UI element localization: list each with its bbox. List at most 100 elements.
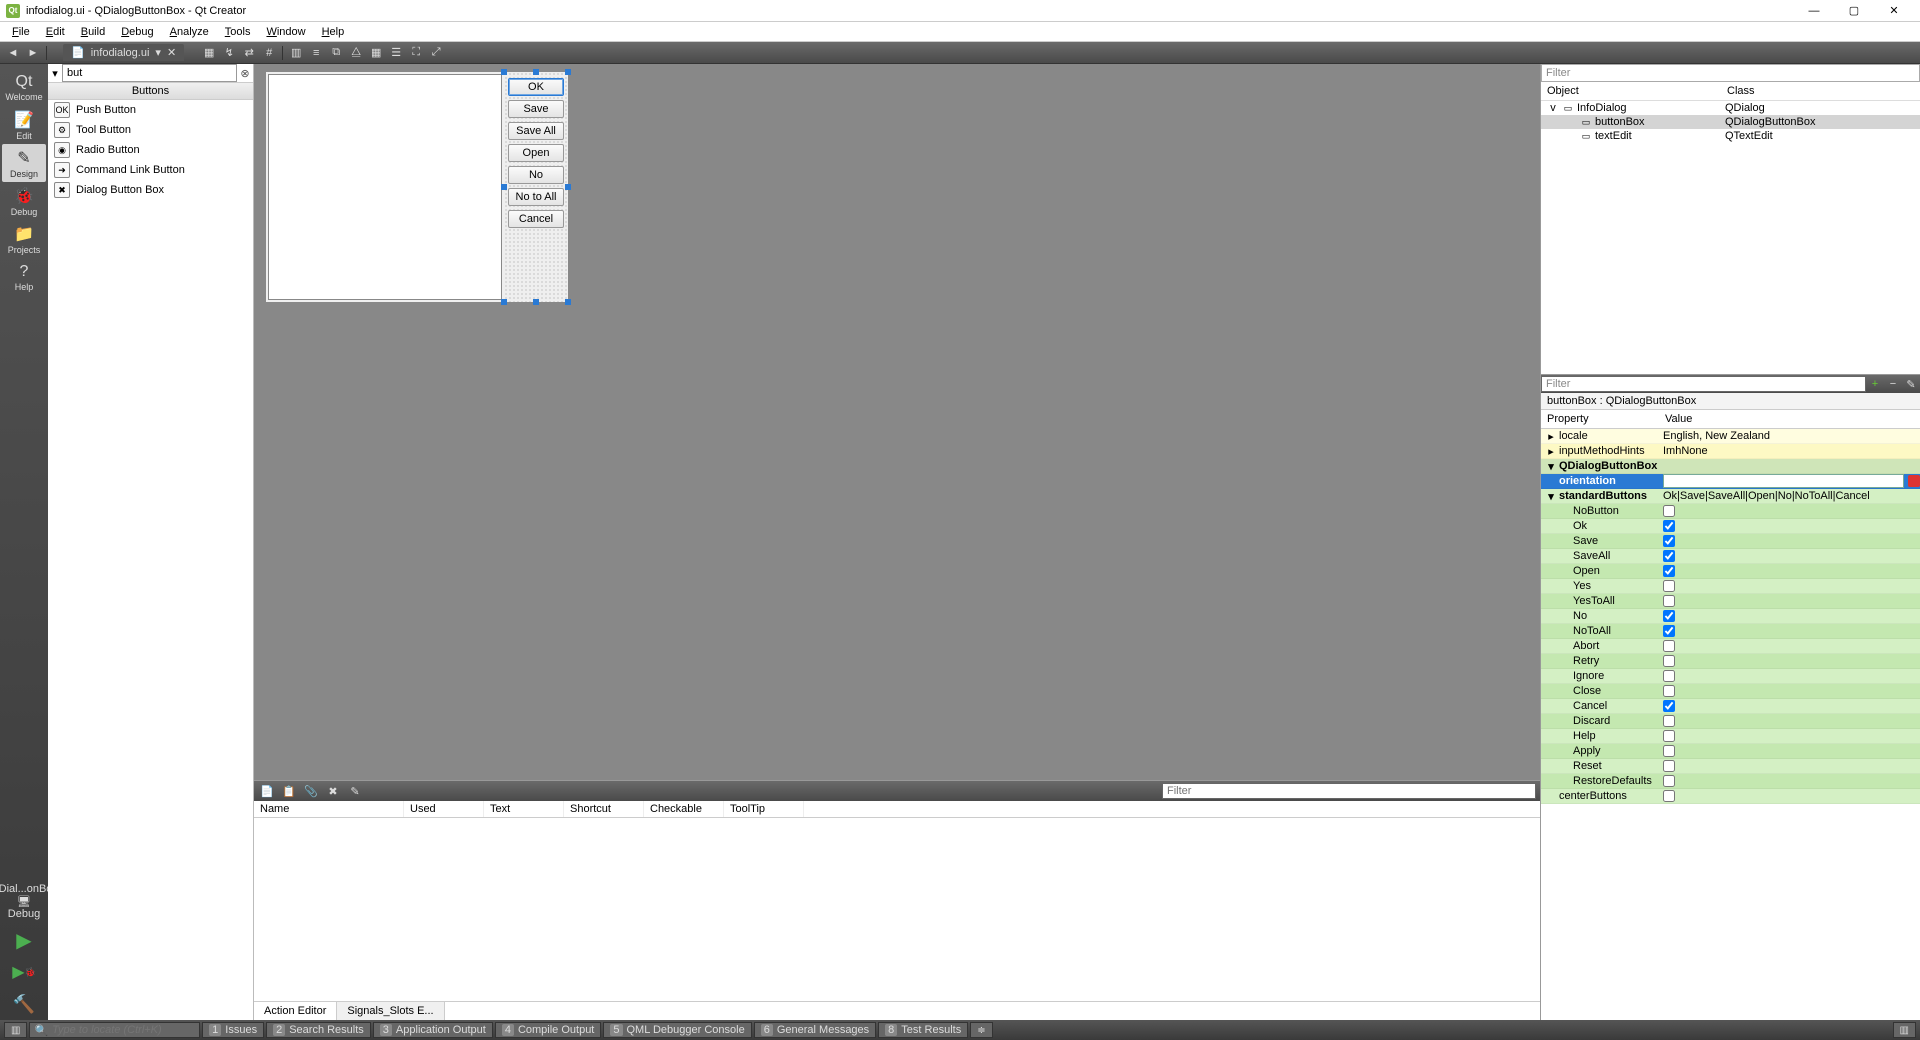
obj-row-infodialog[interactable]: v▭InfoDialogQDialog <box>1541 101 1920 115</box>
tab-dropdown-icon[interactable]: ▾ <box>155 46 161 59</box>
propedit-filter-input[interactable]: Filter <box>1541 376 1866 392</box>
layout-grid-icon[interactable]: ▦ <box>367 44 385 62</box>
widget-command-link-button[interactable]: ➜Command Link Button <box>48 160 253 180</box>
prop-checkbox[interactable] <box>1663 730 1675 742</box>
prop-nobutton[interactable]: NoButton <box>1541 504 1920 519</box>
prop-no[interactable]: No <box>1541 609 1920 624</box>
prop-orientation[interactable]: orientationVertical▾ <box>1541 474 1920 489</box>
action-col-checkable[interactable]: Checkable <box>644 801 724 817</box>
prop-combo[interactable]: Vertical▾ <box>1663 474 1904 488</box>
prop-close[interactable]: Close <box>1541 684 1920 699</box>
mode-edit[interactable]: 📝Edit <box>2 106 46 144</box>
run-debug-button[interactable]: ▶🐞 <box>10 958 38 986</box>
prop-yestoall[interactable]: YesToAll <box>1541 594 1920 609</box>
form-button-save[interactable]: Save <box>508 100 564 118</box>
widget-radio-button[interactable]: ◉Radio Button <box>48 140 253 160</box>
locator-input[interactable] <box>52 1024 195 1036</box>
menu-edit[interactable]: Edit <box>38 24 73 40</box>
widgetbox-dropdown-icon[interactable]: ▾ <box>48 67 62 80</box>
prop-checkbox[interactable] <box>1663 745 1675 757</box>
output-pane-application-output[interactable]: 3Application Output <box>373 1022 493 1038</box>
layout-horiz-icon[interactable]: ▥ <box>287 44 305 62</box>
form-button-cancel[interactable]: Cancel <box>508 210 564 228</box>
prop-checkbox[interactable] <box>1663 550 1675 562</box>
prop-checkbox[interactable] <box>1663 595 1675 607</box>
prop-checkbox[interactable] <box>1663 580 1675 592</box>
prop-reset[interactable]: Reset <box>1541 759 1920 774</box>
prop-ok[interactable]: Ok <box>1541 519 1920 534</box>
toggle-sidebar-icon[interactable]: ▥ <box>4 1022 27 1038</box>
prop-cancel[interactable]: Cancel <box>1541 699 1920 714</box>
paste-action-icon[interactable]: 📎 <box>302 783 320 799</box>
layout-vert-splitter-icon[interactable]: ⧋ <box>347 44 365 62</box>
prop-arrow-icon[interactable]: ▸ <box>1545 445 1557 458</box>
obj-row-buttonbox[interactable]: ▭buttonBoxQDialogButtonBox <box>1541 115 1920 129</box>
edit-action-icon[interactable]: ✎ <box>346 783 364 799</box>
form-button-no[interactable]: No <box>508 166 564 184</box>
locator[interactable]: 🔍 <box>29 1022 200 1038</box>
action-col-name[interactable]: Name <box>254 801 404 817</box>
buttonbox-widget[interactable]: OKSaveSave AllOpenNoNo to AllCancel <box>504 72 568 302</box>
prop-col-property[interactable]: Property <box>1541 410 1659 428</box>
prop-checkbox[interactable] <box>1663 565 1675 577</box>
menu-analyze[interactable]: Analyze <box>162 24 217 40</box>
edit-tab-order-icon[interactable]: # <box>260 44 278 62</box>
prop-saveall[interactable]: SaveAll <box>1541 549 1920 564</box>
run-button[interactable]: ▶ <box>10 926 38 954</box>
action-col-text[interactable]: Text <box>484 801 564 817</box>
mode-debug[interactable]: 🐞Debug <box>2 182 46 220</box>
adjust-size-icon[interactable]: ⤢ <box>427 44 445 62</box>
form-button-save-all[interactable]: Save All <box>508 122 564 140</box>
menu-tools[interactable]: Tools <box>217 24 259 40</box>
copy-action-icon[interactable]: 📋 <box>280 783 298 799</box>
output-dropdown-icon[interactable]: ≑ <box>970 1022 992 1038</box>
mode-welcome[interactable]: QtWelcome <box>2 68 46 106</box>
layout-horiz-splitter-icon[interactable]: ⧉ <box>327 44 345 62</box>
prop-arrow-icon[interactable]: ▾ <box>1545 460 1557 473</box>
mode-projects[interactable]: 📁Projects <box>2 220 46 258</box>
clear-filter-icon[interactable]: ⊗ <box>237 67 253 80</box>
prop-checkbox[interactable] <box>1663 700 1675 712</box>
widget-push-button[interactable]: OKPush Button <box>48 100 253 120</box>
textedit-widget[interactable] <box>268 74 502 300</box>
widget-group-header[interactable]: Buttons <box>48 83 253 100</box>
minimize-button[interactable]: — <box>1794 1 1834 21</box>
prop-qdialogbuttonbox[interactable]: ▾QDialogButtonBox <box>1541 459 1920 474</box>
menu-build[interactable]: Build <box>73 24 113 40</box>
prop-checkbox[interactable] <box>1663 535 1675 547</box>
tree-arrow-icon[interactable]: v <box>1547 102 1559 114</box>
prop-centerbuttons[interactable]: centerButtons <box>1541 789 1920 804</box>
action-tab-signals-slots-e-[interactable]: Signals_Slots E... <box>337 1002 444 1020</box>
prop-checkbox[interactable] <box>1663 790 1675 802</box>
action-tab-action-editor[interactable]: Action Editor <box>254 1002 337 1020</box>
mode-design[interactable]: ✎Design <box>2 144 46 182</box>
mode-help[interactable]: ?Help <box>2 258 46 296</box>
prop-yes[interactable]: Yes <box>1541 579 1920 594</box>
configure-property-icon[interactable]: ✎ <box>1902 376 1920 392</box>
widget-dialog-button-box[interactable]: ✖Dialog Button Box <box>48 180 253 200</box>
prop-checkbox[interactable] <box>1663 625 1675 637</box>
prop-checkbox[interactable] <box>1663 715 1675 727</box>
open-file-tab[interactable]: 📄 infodialog.ui ▾ ✕ <box>63 44 184 61</box>
layout-form-icon[interactable]: ☰ <box>387 44 405 62</box>
form-button-open[interactable]: Open <box>508 144 564 162</box>
widgetbox-filter-input[interactable] <box>62 64 237 82</box>
prop-standardbuttons[interactable]: ▾standardButtonsOk|Save|SaveAll|Open|No|… <box>1541 489 1920 504</box>
prop-checkbox[interactable] <box>1663 610 1675 622</box>
prop-locale[interactable]: ▸localeEnglish, New Zealand <box>1541 429 1920 444</box>
menu-window[interactable]: Window <box>258 24 313 40</box>
edit-buddies-icon[interactable]: ⇄ <box>240 44 258 62</box>
action-col-shortcut[interactable]: Shortcut <box>564 801 644 817</box>
close-button[interactable]: ✕ <box>1874 1 1914 21</box>
back-button[interactable]: ◄ <box>4 44 22 62</box>
prop-checkbox[interactable] <box>1663 640 1675 652</box>
forward-button[interactable]: ► <box>24 44 42 62</box>
build-button[interactable]: 🔨 <box>10 990 38 1018</box>
delete-action-icon[interactable]: ✖ <box>324 783 342 799</box>
objinsp-filter-input[interactable]: Filter <box>1541 64 1920 82</box>
menu-help[interactable]: Help <box>314 24 353 40</box>
objinsp-col-object[interactable]: Object <box>1541 82 1721 100</box>
toggle-right-sidebar-icon[interactable]: ▥ <box>1893 1022 1916 1038</box>
prop-checkbox[interactable] <box>1663 520 1675 532</box>
form-canvas[interactable]: OKSaveSave AllOpenNoNo to AllCancel <box>254 64 1540 780</box>
